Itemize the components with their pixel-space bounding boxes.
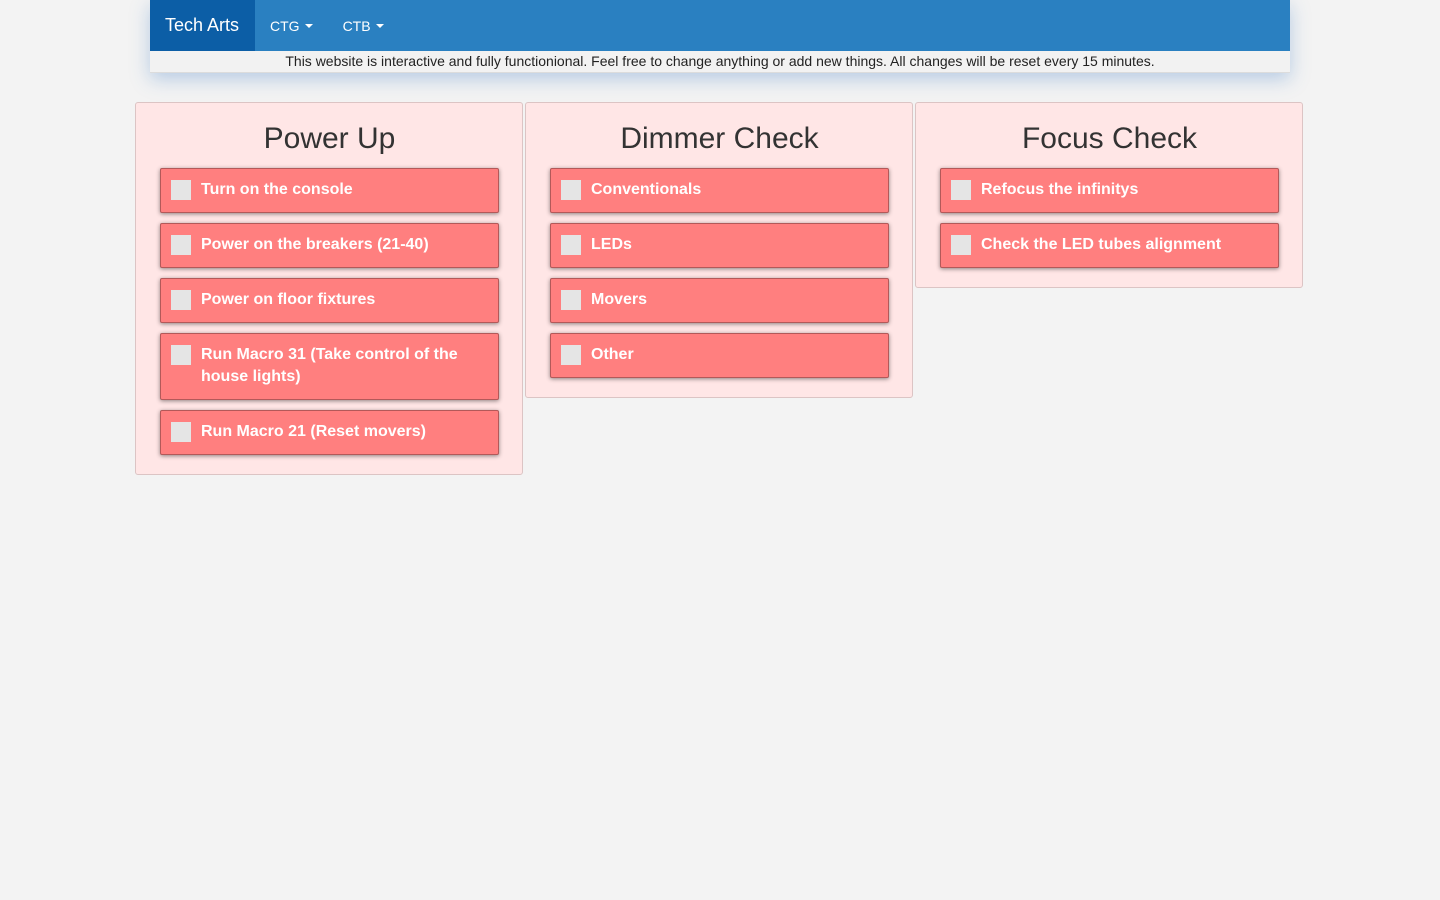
column-title: Power Up (263, 122, 396, 155)
column-dimmer-check: Dimmer Check Conventionals LEDs Movers O… (525, 102, 913, 398)
menu-ctb[interactable]: CTB (328, 0, 399, 51)
task-label: Refocus the infinitys (981, 181, 1139, 198)
column-focus-check: Focus Check Refocus the infinitys Check … (915, 102, 1303, 288)
task-label: Conventionals (591, 181, 702, 198)
checkbox[interactable] (171, 180, 191, 200)
checkbox[interactable] (171, 235, 191, 255)
task-item[interactable]: LEDs (550, 223, 889, 268)
checkbox[interactable] (561, 290, 581, 310)
column-title: Focus Check (1021, 122, 1198, 155)
task-item[interactable]: Run Macro 31 (Take control of the house … (160, 333, 499, 400)
menu-ctg[interactable]: CTG (255, 0, 328, 51)
task-item[interactable]: Refocus the infinitys (940, 168, 1279, 213)
notice-banner: This website is interactive and fully fu… (150, 51, 1290, 73)
checkbox[interactable] (171, 290, 191, 310)
task-item[interactable]: Check the LED tubes alignment (940, 223, 1279, 268)
task-label: Check the LED tubes alignment (981, 236, 1222, 253)
checkbox[interactable] (171, 422, 191, 442)
checklist-columns: Power Up Turn on the console Power on th… (135, 102, 1305, 475)
checkbox[interactable] (561, 345, 581, 365)
task-label: Power on the breakers (21-40) (201, 236, 429, 253)
task-label: Turn on the console (201, 181, 353, 198)
task-label: LEDs (591, 236, 632, 253)
task-item[interactable]: Run Macro 21 (Reset movers) (160, 410, 499, 455)
checkbox[interactable] (951, 180, 971, 200)
caret-down-icon (304, 23, 313, 28)
menu-ctb-label: CTB (342, 17, 371, 34)
task-item[interactable]: Movers (550, 278, 889, 323)
checkbox[interactable] (561, 180, 581, 200)
column-title: Dimmer Check (620, 122, 819, 155)
column-power-up: Power Up Turn on the console Power on th… (135, 102, 523, 475)
caret-down-icon (375, 23, 384, 28)
navbar: Tech Arts CTG CTB (150, 0, 1290, 51)
task-label: Other (591, 346, 634, 363)
task-item[interactable]: Power on the breakers (21-40) (160, 223, 499, 268)
top-navigation: Tech Arts CTG CTB This website is intera… (150, 0, 1290, 73)
checkbox[interactable] (951, 235, 971, 255)
task-item[interactable]: Other (550, 333, 889, 378)
task-label: Movers (591, 291, 648, 308)
task-item[interactable]: Power on floor fixtures (160, 278, 499, 323)
task-label: Run Macro 31 (Take control of the house … (201, 346, 458, 385)
brand-link[interactable]: Tech Arts (150, 0, 255, 51)
task-item[interactable]: Turn on the console (160, 168, 499, 213)
task-label: Power on floor fixtures (201, 291, 376, 308)
checkbox[interactable] (171, 345, 191, 365)
menu-ctg-label: CTG (270, 17, 300, 34)
task-item[interactable]: Conventionals (550, 168, 889, 213)
checkbox[interactable] (561, 235, 581, 255)
task-label: Run Macro 21 (Reset movers) (201, 423, 426, 440)
